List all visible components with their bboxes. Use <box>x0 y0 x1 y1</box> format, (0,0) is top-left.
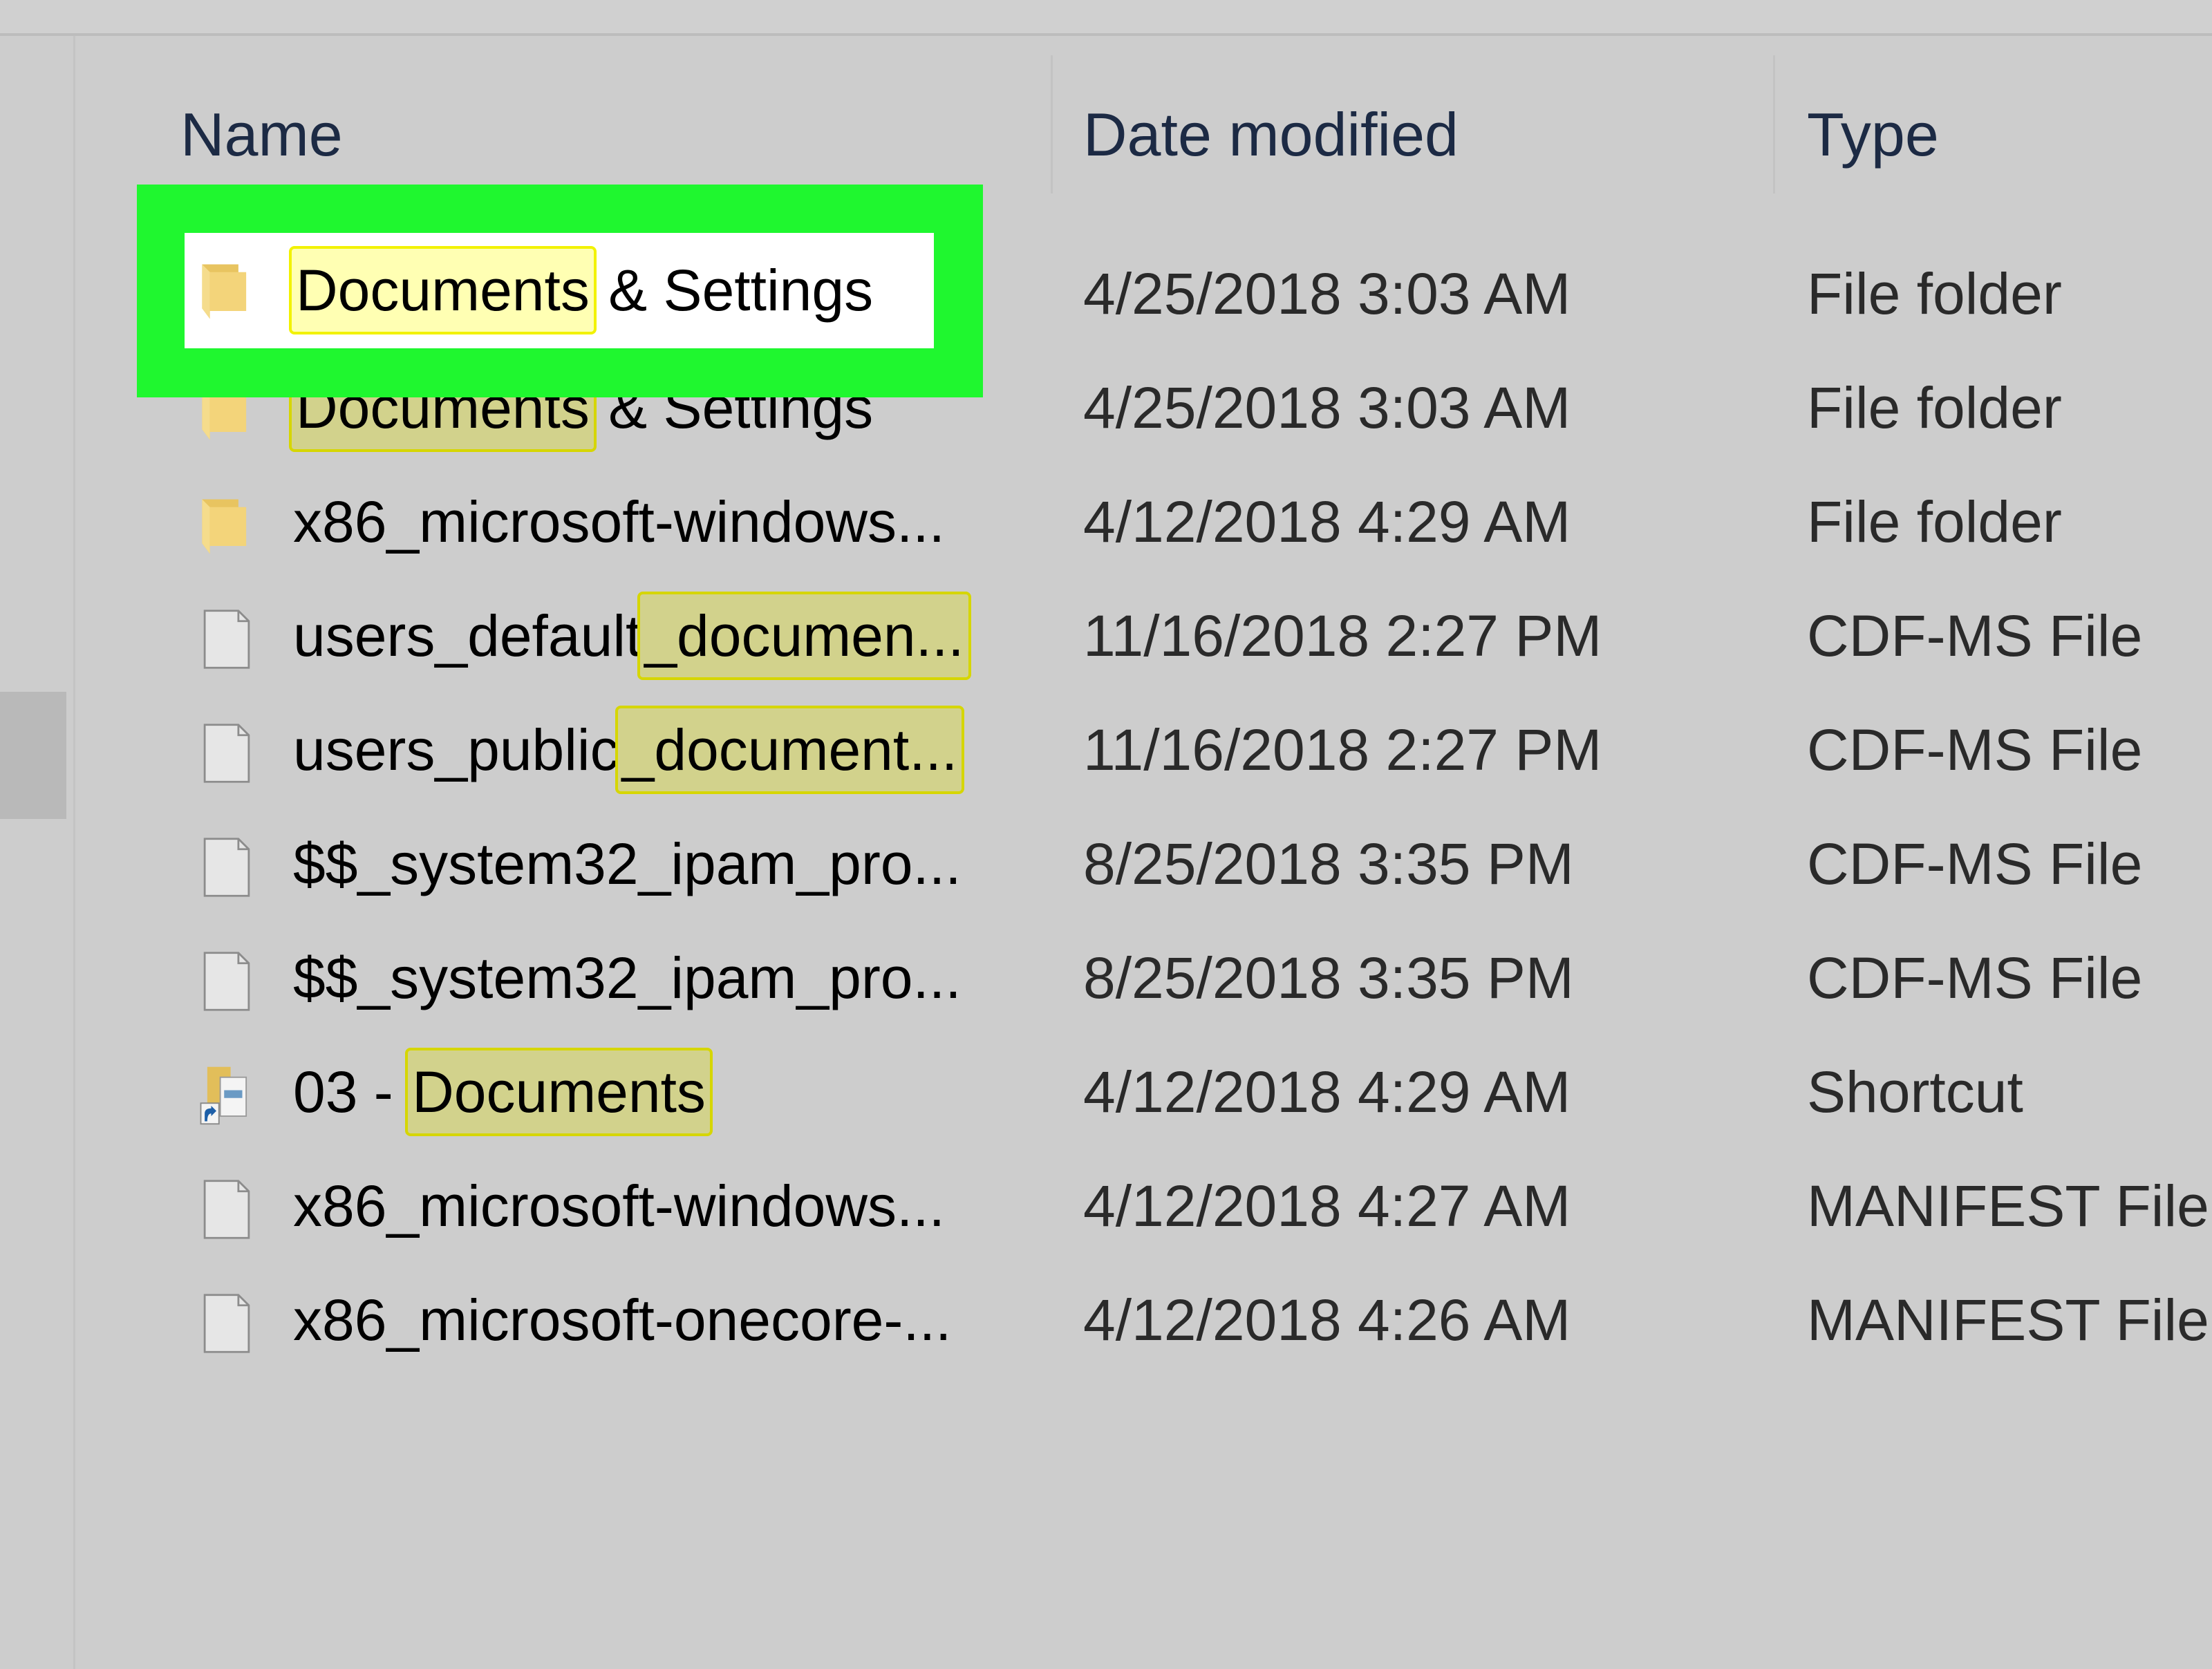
file-icon <box>198 722 256 784</box>
file-icon <box>198 1292 256 1355</box>
file-name: x86_microsoft-onecore-... <box>293 1263 951 1377</box>
file-row[interactable]: $$_system32_ipam_pro... 8/25/2018 3:35 PM… <box>0 807 2212 921</box>
file-type: MANIFEST File <box>1807 1173 2209 1238</box>
folder-icon <box>198 494 256 556</box>
date-modified: 11/16/2018 2:27 PM <box>1083 717 1602 782</box>
file-list: Documents & Settings 4/25/2018 3:03 AM Fil… <box>0 237 2212 1377</box>
file-type: File folder <box>1807 489 2062 554</box>
column-header-row: Name Date modified Type <box>0 55 2212 194</box>
callout-row[interactable]: Documents & Settings <box>185 233 934 348</box>
file-type: File folder <box>1807 261 2062 326</box>
callout-highlight-box: Documents & Settings <box>137 185 983 397</box>
file-row[interactable]: x86_microsoft-onecore-... 4/12/2018 4:26 … <box>0 1263 2212 1377</box>
file-icon <box>198 1178 256 1241</box>
file-row[interactable]: users_default_documen... 11/16/2018 2:27 … <box>0 579 2212 693</box>
date-modified: 8/25/2018 3:35 PM <box>1083 831 1574 896</box>
file-name: 03 - Documents <box>293 1035 713 1149</box>
name-text-part: $$_system32_ipam_pro... <box>293 831 962 896</box>
name-text-part: users_public <box>293 717 619 782</box>
shortcut-icon <box>198 1064 256 1126</box>
column-header-name[interactable]: Name <box>180 90 343 180</box>
file-icon <box>198 950 256 1012</box>
search-match-highlight: _documen... <box>637 592 971 680</box>
date-modified: 8/25/2018 3:35 PM <box>1083 945 1574 1010</box>
file-type: CDF-MS File <box>1807 717 2143 782</box>
file-row[interactable]: 03 - Documents 4/12/2018 4:29 AM Shortcut <box>0 1035 2212 1149</box>
date-modified: 4/12/2018 4:29 AM <box>1083 1059 1571 1124</box>
column-header-type[interactable]: Type <box>1807 90 1939 180</box>
file-row[interactable]: users_public_document... 11/16/2018 2:27 … <box>0 693 2212 807</box>
file-name: Documents & Settings <box>289 233 874 348</box>
column-divider[interactable] <box>1773 55 1775 194</box>
file-row[interactable]: x86_microsoft-windows... 4/12/2018 4:27 A… <box>0 1149 2212 1263</box>
file-row[interactable]: x86_microsoft-windows... 4/12/2018 4:29 A… <box>0 465 2212 579</box>
name-text-part: 03 - <box>293 1059 410 1124</box>
file-icon <box>198 836 256 898</box>
name-text-part: x86_microsoft-windows... <box>293 1173 945 1238</box>
name-text-part: x86_microsoft-windows... <box>293 489 945 554</box>
date-modified: 4/25/2018 3:03 AM <box>1083 375 1571 440</box>
name-text-part: & Settings <box>592 258 874 323</box>
file-type: File folder <box>1807 375 2062 440</box>
file-name: $$_system32_ipam_pro... <box>293 807 962 921</box>
folder-icon <box>198 259 256 321</box>
name-text-part: users_default <box>293 603 642 668</box>
file-type: CDF-MS File <box>1807 831 2143 896</box>
column-divider[interactable] <box>1051 55 1053 194</box>
date-modified: 4/12/2018 4:27 AM <box>1083 1173 1571 1238</box>
name-text-part: $$_system32_ipam_pro... <box>293 945 962 1010</box>
top-toolbar-edge <box>0 0 2212 36</box>
date-modified: 11/16/2018 2:27 PM <box>1083 603 1602 668</box>
file-icon <box>198 608 256 670</box>
file-name: users_default_documen... <box>293 579 971 693</box>
file-type: MANIFEST File <box>1807 1288 2209 1352</box>
file-name: users_public_document... <box>293 693 965 807</box>
search-match-highlight: _document... <box>615 706 965 794</box>
file-row[interactable]: $$_system32_ipam_pro... 8/25/2018 3:35 PM… <box>0 921 2212 1035</box>
file-type: CDF-MS File <box>1807 603 2143 668</box>
file-type: CDF-MS File <box>1807 945 2143 1010</box>
search-match-highlight: Documents <box>405 1048 713 1136</box>
file-name: x86_microsoft-windows... <box>293 1149 945 1263</box>
name-text-part: x86_microsoft-onecore-... <box>293 1288 952 1352</box>
file-type: Shortcut <box>1807 1059 2023 1124</box>
file-name: $$_system32_ipam_pro... <box>293 921 962 1035</box>
file-name: x86_microsoft-windows... <box>293 465 945 579</box>
column-header-date-modified[interactable]: Date modified <box>1083 90 1459 180</box>
search-match-highlight: Documents <box>289 246 597 334</box>
date-modified: 4/25/2018 3:03 AM <box>1083 261 1571 326</box>
date-modified: 4/12/2018 4:26 AM <box>1083 1288 1571 1352</box>
date-modified: 4/12/2018 4:29 AM <box>1083 489 1571 554</box>
